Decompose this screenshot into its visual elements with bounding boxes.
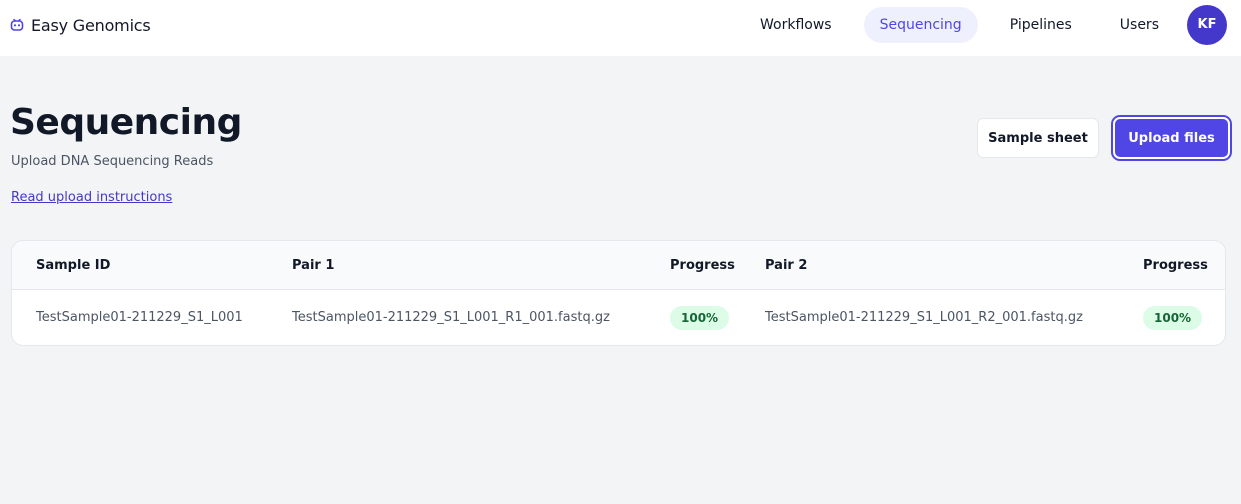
column-header-progress-2: Progress: [1143, 258, 1208, 273]
nav-item-workflows[interactable]: Workflows: [744, 7, 848, 43]
nav-item-users[interactable]: Users: [1104, 7, 1175, 43]
column-header-sample-id: Sample ID: [36, 258, 111, 273]
column-header-progress-1: Progress: [670, 258, 735, 273]
main-nav: Workflows Sequencing Pipelines Users KF: [728, 5, 1227, 45]
pair-2-progress-badge: 100%: [1143, 306, 1203, 330]
cell-sample-id: TestSample01-211229_S1_L001: [36, 310, 243, 325]
uploads-table: Sample ID Pair 1 Progress Pair 2 Progres…: [11, 240, 1226, 346]
cell-pair-1-file: TestSample01-211229_S1_L001_R1_001.fastq…: [292, 310, 610, 325]
nav-item-pipelines[interactable]: Pipelines: [994, 7, 1088, 43]
column-header-pair-1: Pair 1: [292, 258, 335, 273]
page-subtitle: Upload DNA Sequencing Reads: [11, 154, 214, 169]
pair-1-progress-badge: 100%: [670, 306, 730, 330]
column-header-pair-2: Pair 2: [765, 258, 808, 273]
nav-item-sequencing[interactable]: Sequencing: [863, 7, 978, 43]
upload-instructions-link[interactable]: Read upload instructions: [11, 190, 172, 205]
user-avatar[interactable]: KF: [1187, 5, 1227, 45]
sample-sheet-button[interactable]: Sample sheet: [977, 118, 1099, 158]
upload-files-button[interactable]: Upload files: [1113, 117, 1230, 159]
table-header: Sample ID Pair 1 Progress Pair 2 Progres…: [12, 241, 1225, 290]
cell-pair-2-file: TestSample01-211229_S1_L001_R2_001.fastq…: [765, 310, 1083, 325]
top-navbar: Easy Genomics Workflows Sequencing Pipel…: [0, 0, 1241, 56]
brand-name: Easy Genomics: [31, 15, 151, 35]
page-title: Sequencing: [10, 102, 242, 143]
robot-face-icon: [10, 18, 24, 31]
table-row[interactable]: TestSample01-211229_S1_L001 TestSample01…: [12, 290, 1225, 345]
brand-logo[interactable]: Easy Genomics: [10, 14, 151, 36]
